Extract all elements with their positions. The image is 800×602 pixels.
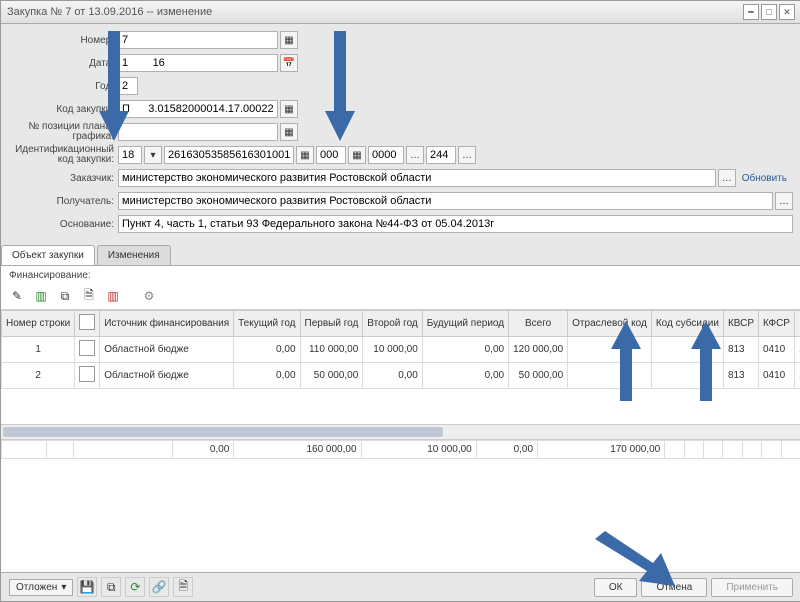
- note-icon[interactable]: 🗎: [173, 577, 193, 597]
- total-all: 170 000,00: [538, 440, 665, 458]
- plan-position-picker-icon[interactable]: ▦: [280, 123, 298, 141]
- tab-bar: Объект закупки Изменения: [1, 245, 800, 266]
- id-seg2-field[interactable]: [164, 146, 294, 164]
- minimize-button[interactable]: ━: [743, 4, 759, 20]
- window-title: Закупка № 7 от 13.09.2016 -- изменение: [7, 6, 212, 18]
- form-area: Номер: ▦ Дата: 📅 Год: Код закупки: ▦ № п…: [1, 24, 800, 241]
- col-second-year[interactable]: Второй год: [363, 311, 422, 337]
- save-icon[interactable]: 💾: [77, 577, 97, 597]
- total-y1: 160 000,00: [234, 440, 361, 458]
- col-current-year[interactable]: Текущий год: [234, 311, 300, 337]
- financing-grid: Номер строки Источник финансирования Тек…: [1, 309, 800, 424]
- select-all-checkbox[interactable]: [79, 314, 95, 330]
- recipient-dots-icon[interactable]: …: [775, 192, 793, 210]
- scrollbar-thumb[interactable]: [3, 427, 443, 437]
- label-customer: Заказчик:: [9, 173, 118, 184]
- id-seg4-field[interactable]: [368, 146, 404, 164]
- copy2-icon[interactable]: ⧉: [101, 577, 121, 597]
- id-seg4-dots-icon[interactable]: …: [406, 146, 424, 164]
- link-icon[interactable]: 🔗: [149, 577, 169, 597]
- col-checkbox[interactable]: [75, 311, 100, 337]
- reload-icon[interactable]: ⟳: [125, 577, 145, 597]
- gear-icon[interactable]: ⚙: [139, 286, 159, 306]
- recipient-field[interactable]: [118, 192, 773, 210]
- col-total[interactable]: Всего: [509, 311, 568, 337]
- label-basis: Основание:: [9, 219, 118, 230]
- basis-field[interactable]: [118, 215, 793, 233]
- id-seg2-picker-icon[interactable]: ▦: [296, 146, 314, 164]
- totals-row: 0,00 160 000,00 10 000,00 0,00 170 000,0…: [1, 439, 800, 459]
- calendar-icon[interactable]: 📅: [280, 54, 298, 72]
- close-button[interactable]: ✕: [779, 4, 795, 20]
- row-checkbox[interactable]: [79, 366, 95, 382]
- plan-position-field[interactable]: [118, 123, 278, 141]
- tab-changes[interactable]: Изменения: [97, 245, 171, 265]
- cancel-button[interactable]: Отмена: [641, 578, 707, 597]
- id-seg5-field[interactable]: [426, 146, 456, 164]
- col-subsidy[interactable]: Код субсидии: [651, 311, 723, 337]
- col-first-year[interactable]: Первый год: [300, 311, 363, 337]
- number-field[interactable]: [118, 31, 278, 49]
- label-purchase-code: Код закупки:: [9, 104, 118, 115]
- col-kcsr[interactable]: КЦСР: [794, 311, 800, 337]
- number-picker-icon[interactable]: ▦: [280, 31, 298, 49]
- total-cy: 0,00: [173, 440, 234, 458]
- status-dropdown[interactable]: Отложен▾: [9, 579, 73, 596]
- id-seg5-dots-icon[interactable]: …: [458, 146, 476, 164]
- label-id-code: Идентификационный код закупки:: [9, 145, 118, 165]
- total-y2: 10 000,00: [361, 440, 476, 458]
- edit-icon[interactable]: ✎: [7, 286, 27, 306]
- tab-object[interactable]: Объект закупки: [1, 245, 95, 265]
- maximize-button[interactable]: □: [761, 4, 777, 20]
- refresh-link[interactable]: Обновить: [736, 173, 793, 184]
- horizontal-scrollbar[interactable]: [1, 424, 800, 439]
- grid-toolbar: ✎ ▥ ⧉ 🗎 ▥ ⚙: [1, 283, 800, 309]
- delete-icon[interactable]: ▥: [103, 286, 123, 306]
- copy-icon[interactable]: ⧉: [55, 286, 75, 306]
- financing-label: Финансирование:: [1, 266, 800, 283]
- id-seg3-field[interactable]: [316, 146, 346, 164]
- label-plan-position: № позиции плана-графика:: [9, 122, 118, 142]
- id-seg1-field[interactable]: [118, 146, 142, 164]
- titlebar: Закупка № 7 от 13.09.2016 -- изменение ━…: [1, 1, 800, 24]
- id-seg1-dropdown-icon[interactable]: ▾: [144, 146, 162, 164]
- col-future[interactable]: Будущий период: [422, 311, 508, 337]
- purchase-code-picker-icon[interactable]: ▦: [280, 100, 298, 118]
- purchase-window: Закупка № 7 от 13.09.2016 -- изменение ━…: [0, 0, 800, 602]
- label-date: Дата:: [9, 58, 118, 69]
- id-seg3-picker-icon[interactable]: ▦: [348, 146, 366, 164]
- col-kfsr[interactable]: КФСР: [759, 311, 795, 337]
- label-year: Год:: [9, 81, 118, 92]
- ok-button[interactable]: ОК: [594, 578, 638, 597]
- table-row[interactable]: 1Областной бюдже0,00110 000,0010 000,000…: [2, 337, 800, 363]
- doc-icon[interactable]: 🗎: [79, 286, 99, 306]
- add-icon[interactable]: ▥: [31, 286, 51, 306]
- date-field[interactable]: [118, 54, 278, 72]
- col-row-no[interactable]: Номер строки: [2, 311, 75, 337]
- total-fut: 0,00: [476, 440, 537, 458]
- label-number: Номер:: [9, 35, 118, 46]
- row-checkbox[interactable]: [79, 340, 95, 356]
- col-industry[interactable]: Отраслевой код: [568, 311, 652, 337]
- customer-field[interactable]: [118, 169, 716, 187]
- bottom-bar: Отложен▾ 💾 ⧉ ⟳ 🔗 🗎 ОК Отмена Применить: [1, 572, 800, 601]
- chevron-down-icon: ▾: [61, 582, 66, 593]
- col-kvsr[interactable]: КВСР: [723, 311, 758, 337]
- table-row[interactable]: 2Областной бюдже0,0050 000,000,000,0050 …: [2, 363, 800, 389]
- label-recipient: Получатель:: [9, 196, 118, 207]
- col-source[interactable]: Источник финансирования: [100, 311, 234, 337]
- year-field[interactable]: [118, 77, 138, 95]
- apply-button[interactable]: Применить: [711, 578, 793, 597]
- customer-dots-icon[interactable]: …: [718, 169, 736, 187]
- purchase-code-field[interactable]: [118, 100, 278, 118]
